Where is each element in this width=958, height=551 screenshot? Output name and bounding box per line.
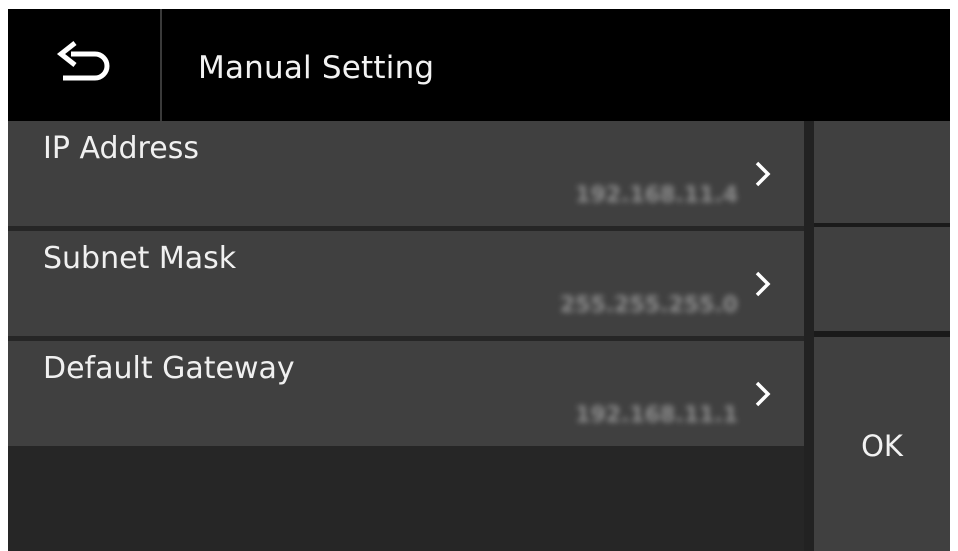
chevron-right-icon [752,377,774,411]
ok-label: OK [861,429,903,463]
side-panel: OK [814,121,950,551]
return-arrow-icon [53,40,115,90]
default-gateway-label: Default Gateway [43,351,295,386]
default-gateway-value: 192.168.11.1 [575,403,738,428]
header-bar: Manual Setting [8,9,950,121]
settings-list: IP Address 192.168.11.4 Subnet Mask 255.… [8,121,804,551]
chevron-right-icon [752,267,774,301]
back-button[interactable] [8,9,160,121]
side-button-blank-1 [814,121,950,223]
chevron-right-icon [752,157,774,191]
ip-address-row[interactable]: IP Address 192.168.11.4 [8,121,804,226]
subnet-mask-label: Subnet Mask [43,241,237,276]
default-gateway-row[interactable]: Default Gateway 192.168.11.1 [8,341,804,446]
manual-setting-screen: Manual Setting IP Address 192.168.11.4 S… [8,9,950,551]
subnet-mask-value: 255.255.255.0 [559,293,738,318]
ip-address-value: 192.168.11.4 [575,183,738,208]
header-divider [160,9,162,121]
page-title: Manual Setting [198,50,435,86]
ok-button[interactable]: OK [814,337,950,551]
side-button-blank-2 [814,227,950,331]
ip-address-label: IP Address [43,131,199,166]
subnet-mask-row[interactable]: Subnet Mask 255.255.255.0 [8,231,804,336]
